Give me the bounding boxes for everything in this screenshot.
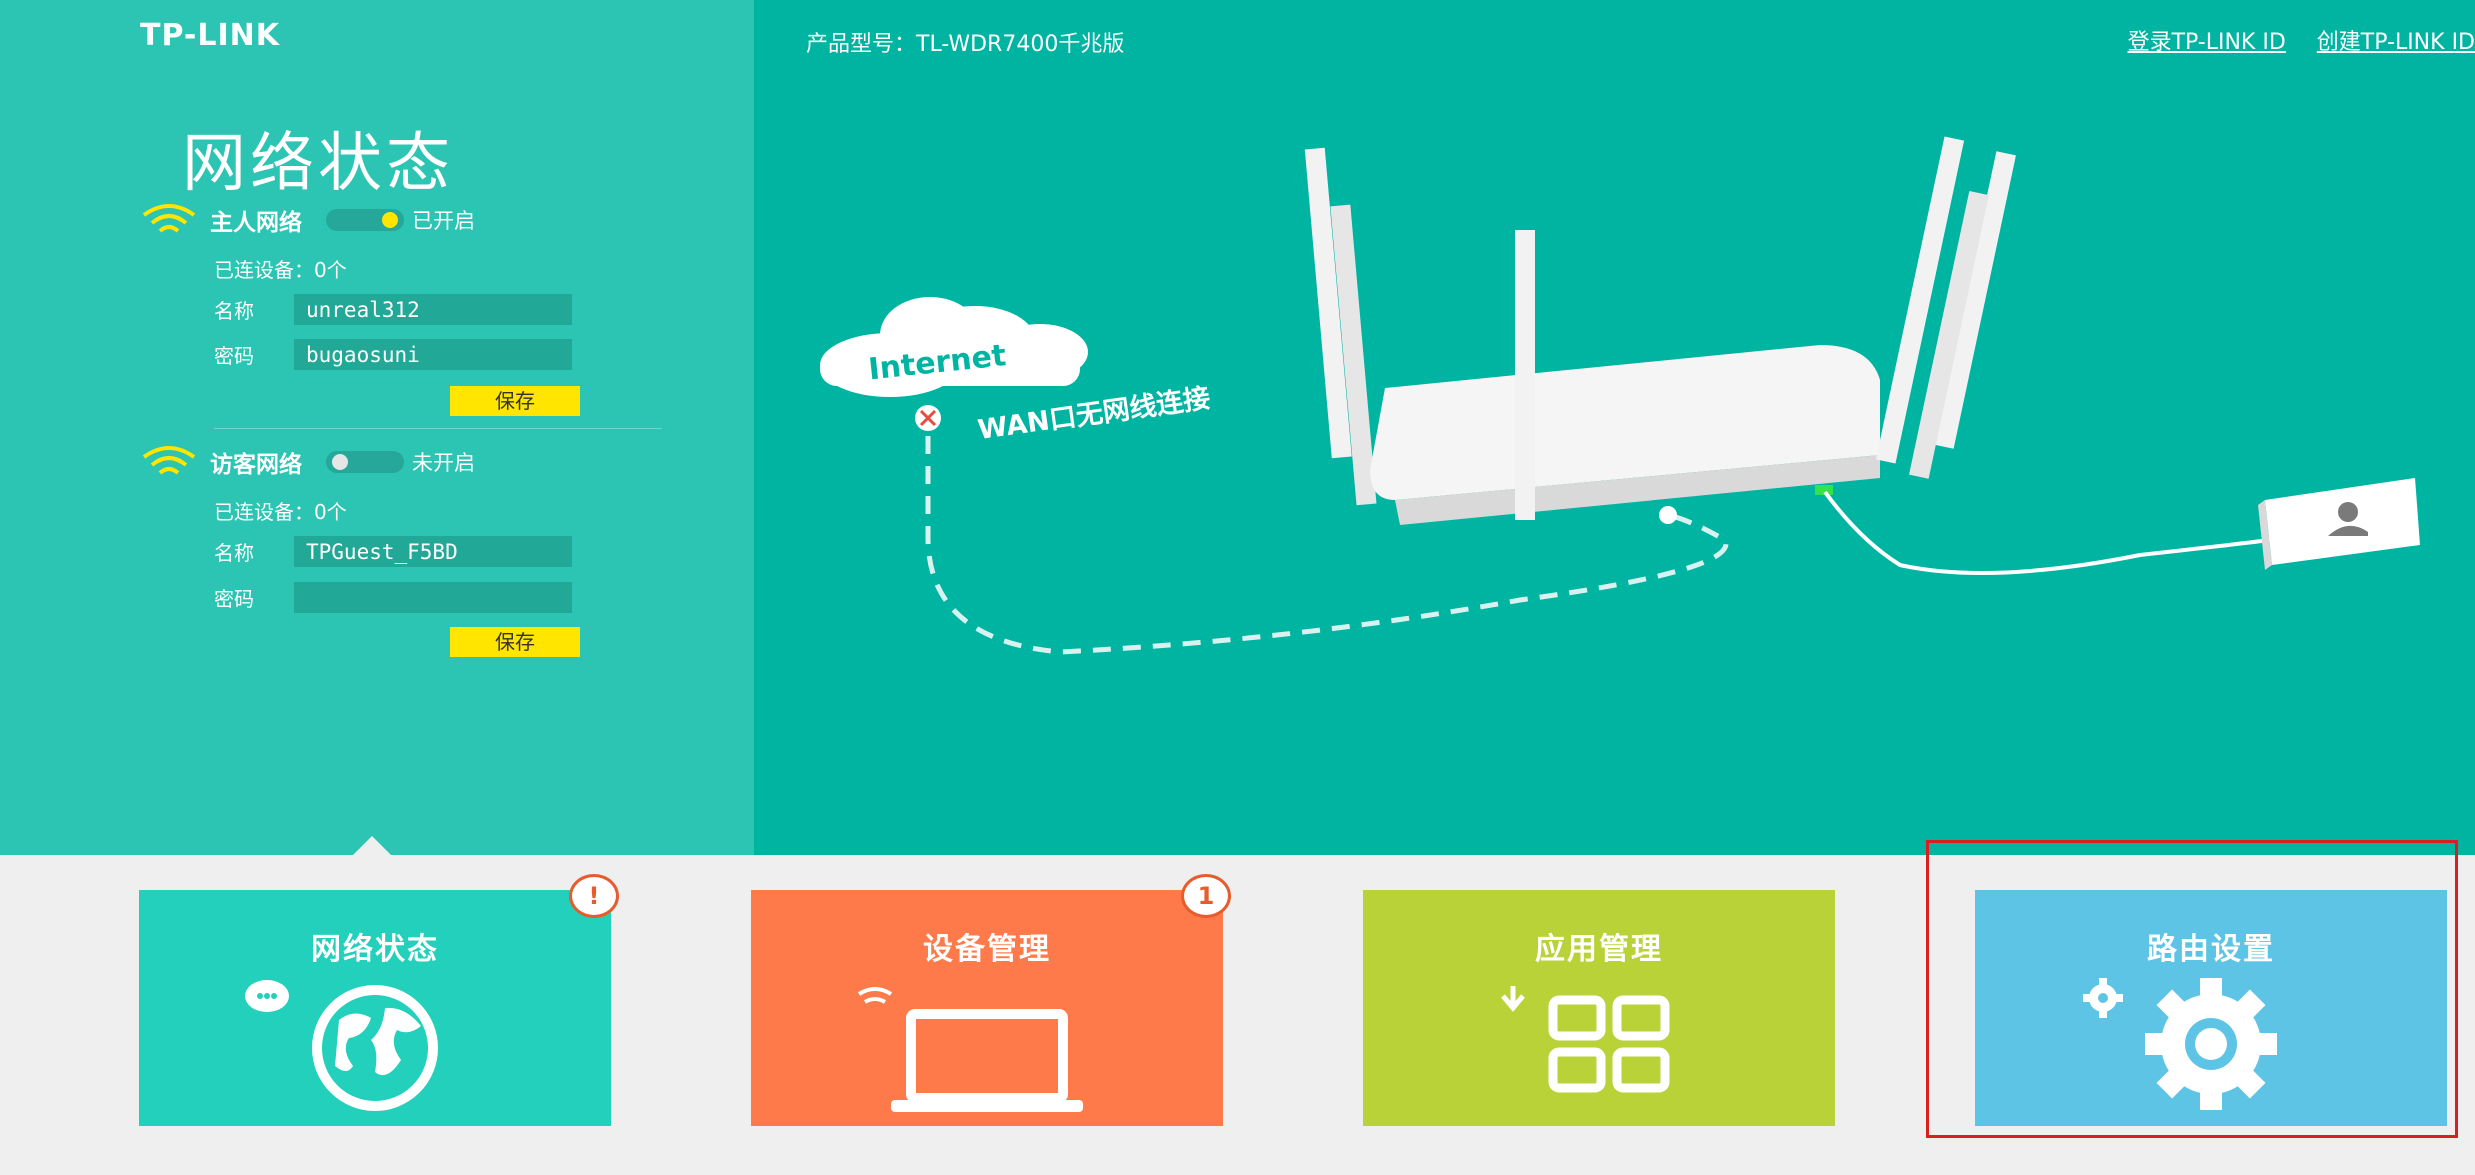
page-title: 网络状态 [182, 127, 454, 201]
wifi-icon [142, 446, 196, 475]
panel-divider [214, 428, 662, 429]
toggle-knob [332, 454, 348, 470]
guest-network-title: 访客网络 [210, 452, 302, 478]
tile-app-management-label: 应用管理 [1535, 932, 1663, 967]
main-network-toggle[interactable] [326, 209, 404, 231]
main-network-title: 主人网络 [210, 210, 302, 236]
toggle-knob [382, 212, 398, 228]
guest-name-label: 名称 [214, 541, 254, 565]
guest-network-toggle[interactable] [326, 451, 404, 473]
main-network-header: 主人网络 已开启 [140, 200, 475, 240]
active-tab-pointer [352, 836, 392, 856]
tile-network-status[interactable]: 网络状态 ! [139, 874, 619, 1126]
guest-name-field[interactable]: TPGuest_F5BD [294, 536, 572, 567]
login-link[interactable]: 登录TP-LINK ID [2128, 30, 2286, 55]
guest-name-row: 名称 TPGuest_F5BD [214, 536, 572, 567]
guest-save-button[interactable]: 保存 [450, 627, 580, 657]
main-name-row: 名称 unreal312 [214, 294, 572, 325]
tile-network-status-label: 网络状态 [311, 932, 439, 967]
client-device [2258, 478, 2420, 570]
guest-connected-devices: 已连设备：0个 [214, 500, 347, 524]
tile-app-management[interactable]: 应用管理 [1363, 890, 1835, 1126]
main-connected-devices: 已连设备：0个 [214, 258, 347, 282]
count-badge: 1 [1181, 874, 1231, 918]
guest-password-label: 密码 [214, 587, 254, 611]
guest-network-state: 未开启 [412, 451, 475, 475]
main-password-field[interactable]: bugaosuni [294, 339, 572, 370]
main-name-field[interactable]: unreal312 [294, 294, 572, 325]
tile-device-management-label: 设备管理 [923, 932, 1051, 967]
main-password-row: 密码 bugaosuni [214, 339, 572, 370]
wifi-icon [142, 204, 196, 233]
product-model: 产品型号：TL-WDR7400千兆版 [806, 32, 1125, 57]
main-password-label: 密码 [214, 344, 254, 368]
main-save-button[interactable]: 保存 [450, 386, 580, 416]
tp-link-logo: TP-LINK [140, 18, 281, 53]
guest-password-row: 密码 [214, 582, 572, 613]
wan-status-label: WAN口无网线连接 [976, 382, 1212, 446]
main-network-state: 已开启 [412, 209, 475, 233]
account-links: 登录TP-LINK ID 创建TP-LINK ID [2104, 24, 2475, 56]
main-name-label: 名称 [214, 299, 254, 323]
guest-password-field[interactable] [294, 582, 572, 613]
create-account-link[interactable]: 创建TP-LINK ID [2317, 30, 2475, 55]
user-icon [2338, 502, 2358, 522]
hero-area: Internet WAN口无网线连接 TP-LINK 产品型号：TL-WDR74… [0, 0, 2475, 856]
router-image [1304, 136, 2016, 525]
highlight-box [1926, 840, 2458, 1138]
tile-device-management[interactable]: 设备管理 1 [751, 874, 1231, 1126]
guest-network-header: 访客网络 未开启 [140, 442, 475, 482]
alert-badge: ! [569, 874, 619, 918]
lan-cable [1823, 490, 2271, 575]
disconnected-x-icon [915, 405, 941, 431]
